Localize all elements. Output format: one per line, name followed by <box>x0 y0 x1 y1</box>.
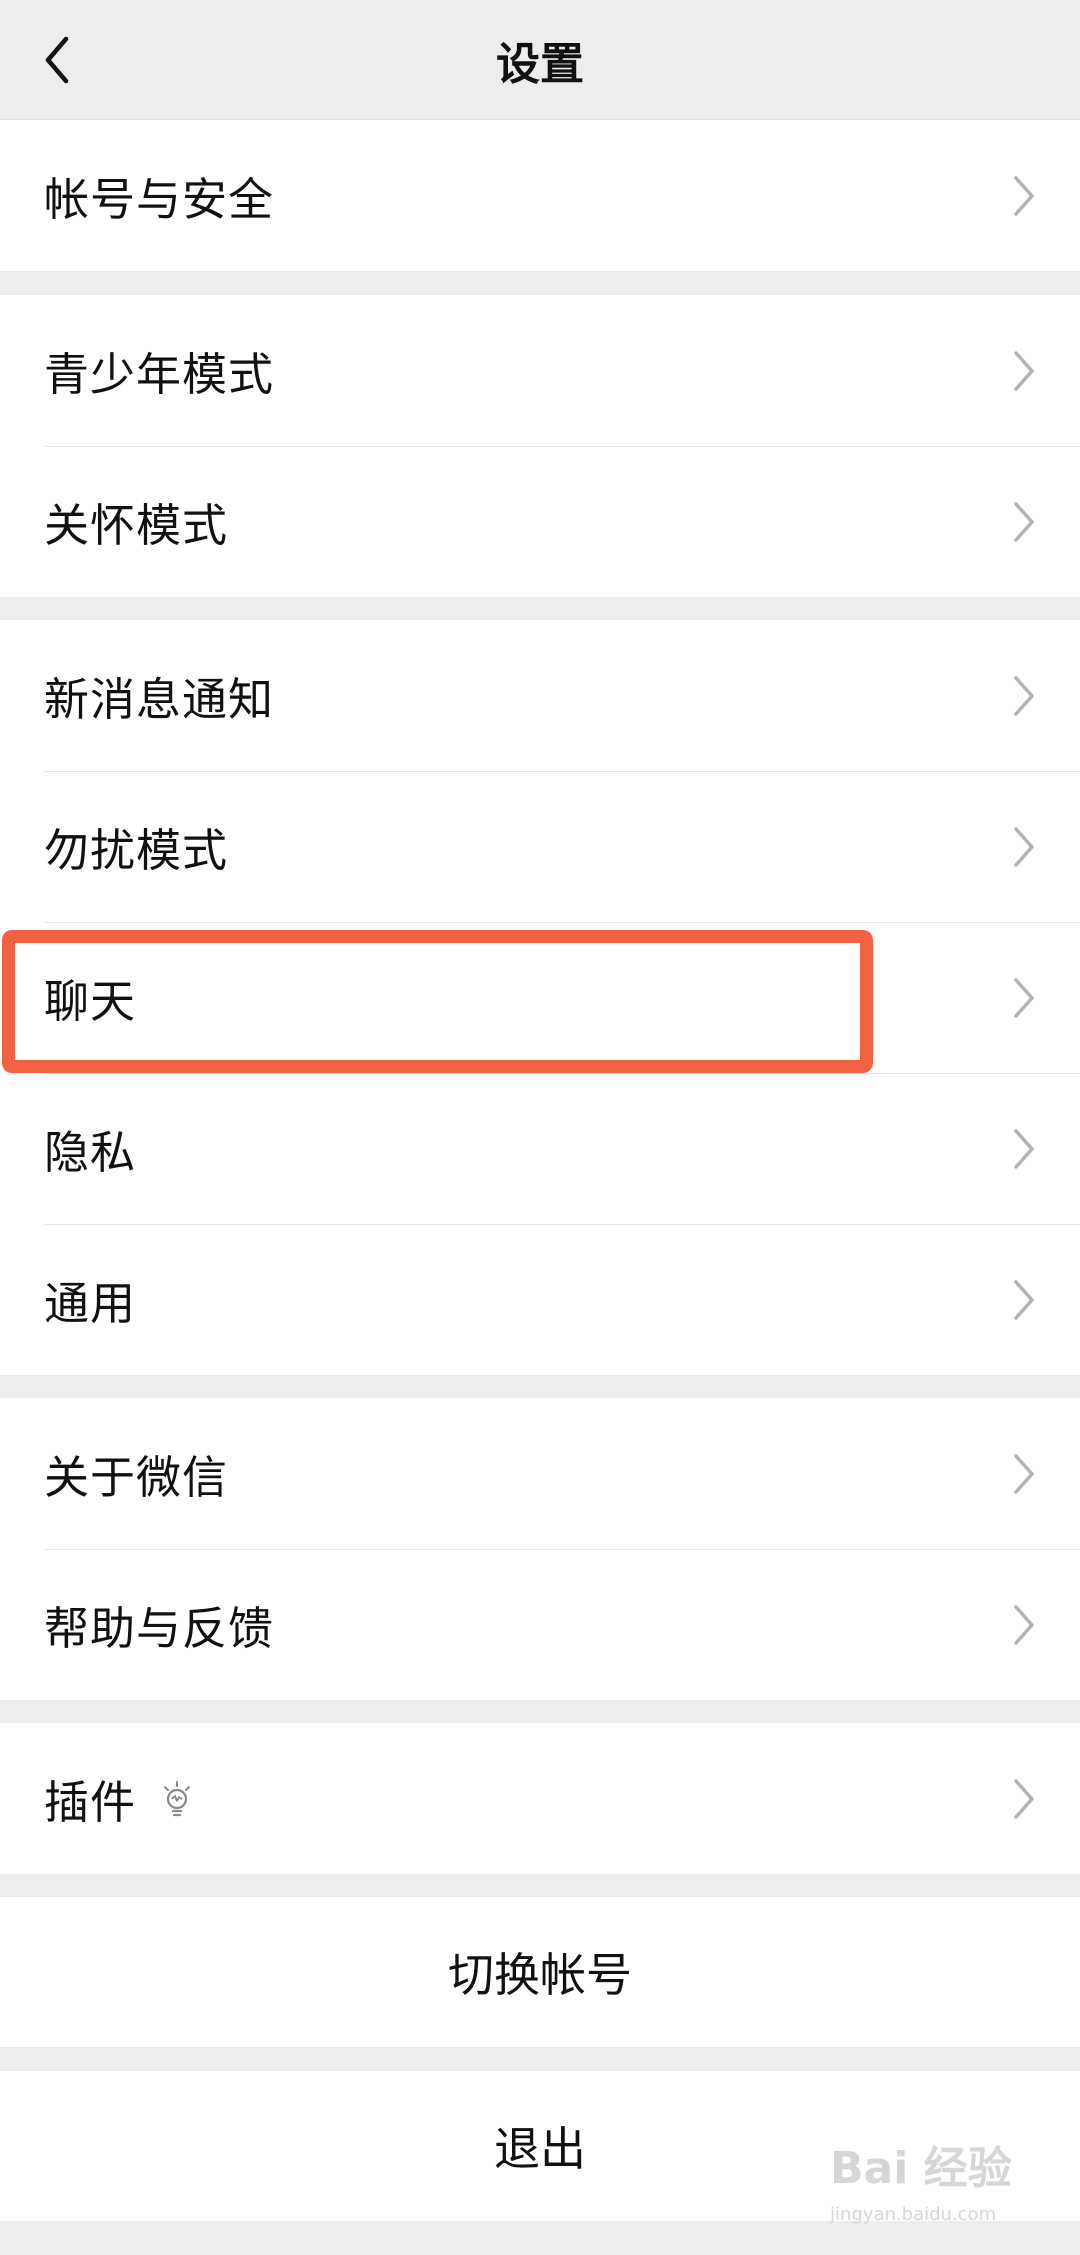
chevron-right-icon <box>1014 1279 1034 1320</box>
chevron-right-icon <box>1014 175 1034 216</box>
teen-mode-label: 青少年模式 <box>44 348 275 401</box>
help-feedback-item[interactable]: 帮助与反馈 <box>0 1549 1080 1700</box>
chat-label: 聊天 <box>44 975 137 1028</box>
switch-account-group: 切换帐号 <box>0 1897 1080 2047</box>
chevron-right-icon <box>1014 977 1034 1018</box>
care-mode-label: 关怀模式 <box>44 499 229 552</box>
chevron-right-icon <box>1014 350 1034 391</box>
privacy-label: 隐私 <box>44 1126 137 1179</box>
privacy-item[interactable]: 隐私 <box>0 1073 1080 1224</box>
chevron-right-icon <box>1014 501 1034 542</box>
teen-mode-item[interactable]: 青少年模式 <box>0 295 1080 446</box>
general-item[interactable]: 通用 <box>0 1224 1080 1375</box>
settings-group: 新消息通知 勿扰模式 聊天 隐私 通用 <box>0 620 1080 1375</box>
chevron-right-icon <box>1014 1128 1034 1169</box>
new-message-notification-label: 新消息通知 <box>44 673 275 726</box>
plugins-group: 插件 <box>0 1723 1080 1874</box>
chevron-right-icon <box>1014 1604 1034 1645</box>
about-wechat-item[interactable]: 关于微信 <box>0 1398 1080 1549</box>
help-feedback-label: 帮助与反馈 <box>44 1602 275 1655</box>
logout-group: 退出 <box>0 2071 1080 2221</box>
settings-page: 设置 帐号与安全 青少年模式 关怀模式 新消息通知 勿扰模式 聊天 隐私 通用 … <box>0 0 1080 2255</box>
lightbulb-icon <box>164 1780 191 1816</box>
logout-button[interactable]: 退出 <box>0 2071 1080 2221</box>
new-message-notification-item[interactable]: 新消息通知 <box>0 620 1080 771</box>
switch-account-button[interactable]: 切换帐号 <box>0 1897 1080 2047</box>
account-security-item[interactable]: 帐号与安全 <box>0 120 1080 271</box>
account-security-label: 帐号与安全 <box>44 173 275 226</box>
page-title: 设置 <box>496 39 584 90</box>
about-group: 关于微信 帮助与反馈 <box>0 1398 1080 1700</box>
chevron-right-icon <box>1014 1453 1034 1494</box>
care-mode-item[interactable]: 关怀模式 <box>0 446 1080 597</box>
about-wechat-label: 关于微信 <box>44 1451 229 1504</box>
chevron-right-icon <box>1014 675 1034 716</box>
do-not-disturb-item[interactable]: 勿扰模式 <box>0 771 1080 922</box>
general-label: 通用 <box>44 1277 137 1330</box>
do-not-disturb-label: 勿扰模式 <box>44 824 229 877</box>
chevron-right-icon <box>1014 1778 1034 1819</box>
plugins-label: 插件 <box>44 1776 137 1829</box>
modes-group: 青少年模式 关怀模式 <box>0 295 1080 597</box>
account-group: 帐号与安全 <box>0 120 1080 271</box>
plugins-item[interactable]: 插件 <box>0 1723 1080 1874</box>
chevron-right-icon <box>1014 826 1034 867</box>
navigation-bar: 设置 <box>0 0 1080 120</box>
chat-item[interactable]: 聊天 <box>0 922 1080 1073</box>
